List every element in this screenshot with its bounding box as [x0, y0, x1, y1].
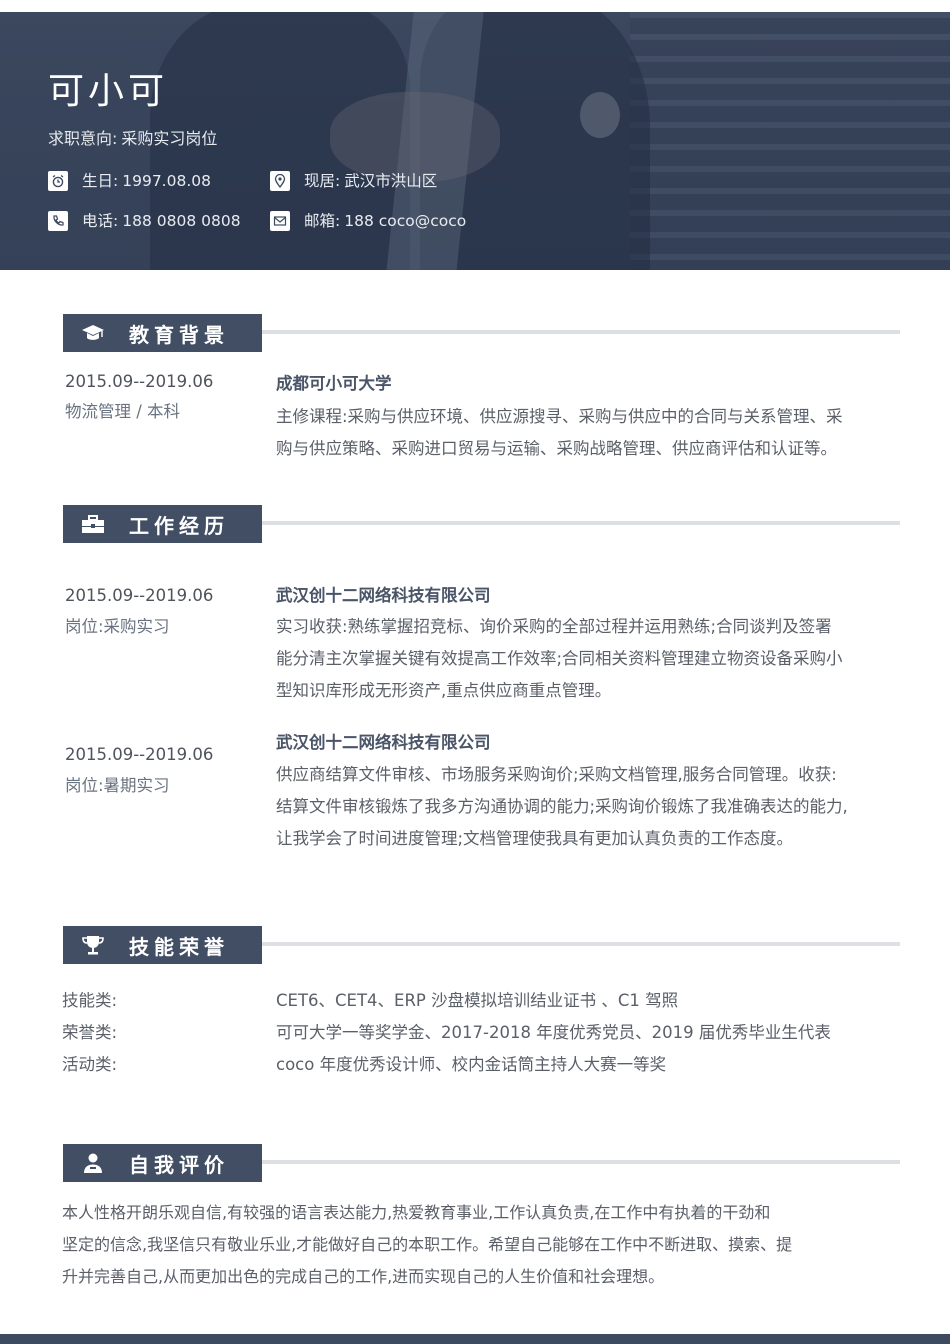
- skills-title-box: 技能荣誉: [63, 926, 262, 964]
- work-1-position: 岗位:采购实习: [65, 617, 170, 636]
- birthday-info: 生日: 1997.08.08: [48, 170, 211, 192]
- skills-row-3-label: 活动类:: [62, 1055, 118, 1074]
- alarm-clock-icon: [48, 171, 68, 191]
- phone-value: 188 0808 0808: [122, 212, 241, 230]
- education-courses-line-1: 主修课程:采购与供应环境、供应源搜寻、采购与供应中的合同与关系管理、采: [276, 407, 843, 426]
- work-divider: [262, 521, 900, 525]
- skills-row-2-value: 可可大学一等奖学金、2017-2018 年度优秀党员、2019 届优秀毕业生代表: [276, 1023, 831, 1042]
- education-title-box: 教育背景: [63, 314, 262, 352]
- briefcase-icon: [75, 513, 111, 535]
- mail-icon: [270, 211, 290, 231]
- email-label: 邮箱:: [304, 212, 341, 230]
- work-2-company: 武汉创十二网络科技有限公司: [276, 733, 491, 752]
- education-date: 2015.09--2019.06: [65, 372, 214, 391]
- self-title-box: 自我评价: [63, 1144, 262, 1182]
- self-line-1: 本人性格开朗乐观自信,有较强的语言表达能力,热爱教育事业,工作认真负责,在工作中…: [62, 1203, 771, 1222]
- skills-section-header: 技能荣誉: [63, 926, 900, 964]
- residence-info: 现居: 武汉市洪山区: [270, 170, 437, 192]
- candidate-name: 可小可: [48, 71, 169, 112]
- residence-value: 武汉市洪山区: [344, 172, 438, 190]
- work-1-line-1: 实习收获:熟练掌握招竞标、询价采购的全部过程并运用熟练;合同谈判及签署: [276, 617, 832, 636]
- work-2-line-3: 让我学会了时间进度管理;文档管理使我具有更加认真负责的工作态度。: [276, 829, 794, 848]
- job-intent-value: 采购实习岗位: [121, 129, 218, 148]
- person-icon: [75, 1152, 111, 1174]
- birthday-value: 1997.08.08: [122, 172, 211, 190]
- skills-row-2-label: 荣誉类:: [62, 1023, 118, 1042]
- work-title: 工作经历: [129, 513, 229, 538]
- work-1-company: 武汉创十二网络科技有限公司: [276, 586, 491, 605]
- phone-label: 电话:: [82, 212, 119, 230]
- skills-row-1-label: 技能类:: [62, 991, 118, 1010]
- phone-info: 电话: 188 0808 0808: [48, 210, 241, 232]
- education-school: 成都可小可大学: [276, 374, 392, 393]
- birthday-label: 生日:: [82, 172, 119, 190]
- work-2-line-1: 供应商结算文件审核、市场服务采购询价;采购文档管理,服务合同管理。收获:: [276, 765, 837, 784]
- work-1-line-3: 型知识库形成无形资产,重点供应商重点管理。: [276, 681, 612, 700]
- education-major: 物流管理 / 本科: [65, 402, 181, 421]
- job-intent: 求职意向: 采购实习岗位: [48, 128, 217, 150]
- location-pin-icon: [270, 171, 290, 191]
- email-info: 邮箱: 188 coco@coco: [270, 210, 466, 232]
- trophy-icon: [75, 934, 111, 956]
- education-section-header: 教育背景: [63, 314, 900, 352]
- residence-label: 现居:: [304, 172, 341, 190]
- work-2-date: 2015.09--2019.06: [65, 745, 214, 764]
- self-title: 自我评价: [129, 1152, 229, 1177]
- self-line-2: 坚定的信念,我坚信只有敬业乐业,才能做好自己的本职工作。希望自己能够在工作中不断…: [62, 1235, 793, 1254]
- footer-bar: [0, 1334, 950, 1344]
- skills-title: 技能荣誉: [129, 934, 229, 959]
- education-divider: [262, 330, 900, 334]
- work-1-line-2: 能分清主次掌握关键有效提高工作效率;合同相关资料管理建立物资设备采购小: [276, 649, 843, 668]
- work-section-header: 工作经历: [63, 505, 900, 543]
- work-2-line-2: 结算文件审核锻炼了我多方沟通协调的能力;采购询价锻炼了我准确表达的能力,: [276, 797, 848, 816]
- graduation-cap-icon: [75, 322, 111, 344]
- education-title: 教育背景: [129, 322, 229, 347]
- education-courses-line-2: 购与供应策略、采购进口贸易与运输、采购战略管理、供应商评估和认证等。: [276, 439, 837, 458]
- email-value: 188 coco@coco: [344, 212, 467, 230]
- self-divider: [262, 1160, 900, 1164]
- skills-row-3-value: coco 年度优秀设计师、校内金话筒主持人大赛一等奖: [276, 1055, 667, 1074]
- self-line-3: 升并完善自己,从而更加出色的完成自己的工作,进而实现自己的人生价值和社会理想。: [62, 1267, 665, 1286]
- work-2-position: 岗位:暑期实习: [65, 776, 170, 795]
- work-1-date: 2015.09--2019.06: [65, 586, 214, 605]
- page-top-strip: [0, 0, 950, 12]
- resume-header: 可小可 求职意向: 采购实习岗位 生日: 1997.08.08 现居: 武汉市洪山区 …: [0, 12, 950, 270]
- work-title-box: 工作经历: [63, 505, 262, 543]
- skills-row-1-value: CET6、CET4、ERP 沙盘模拟培训结业证书 、C1 驾照: [276, 991, 679, 1010]
- skills-divider: [262, 942, 900, 946]
- phone-icon: [48, 211, 68, 231]
- job-intent-label: 求职意向:: [48, 129, 118, 148]
- self-section-header: 自我评价: [63, 1144, 900, 1182]
